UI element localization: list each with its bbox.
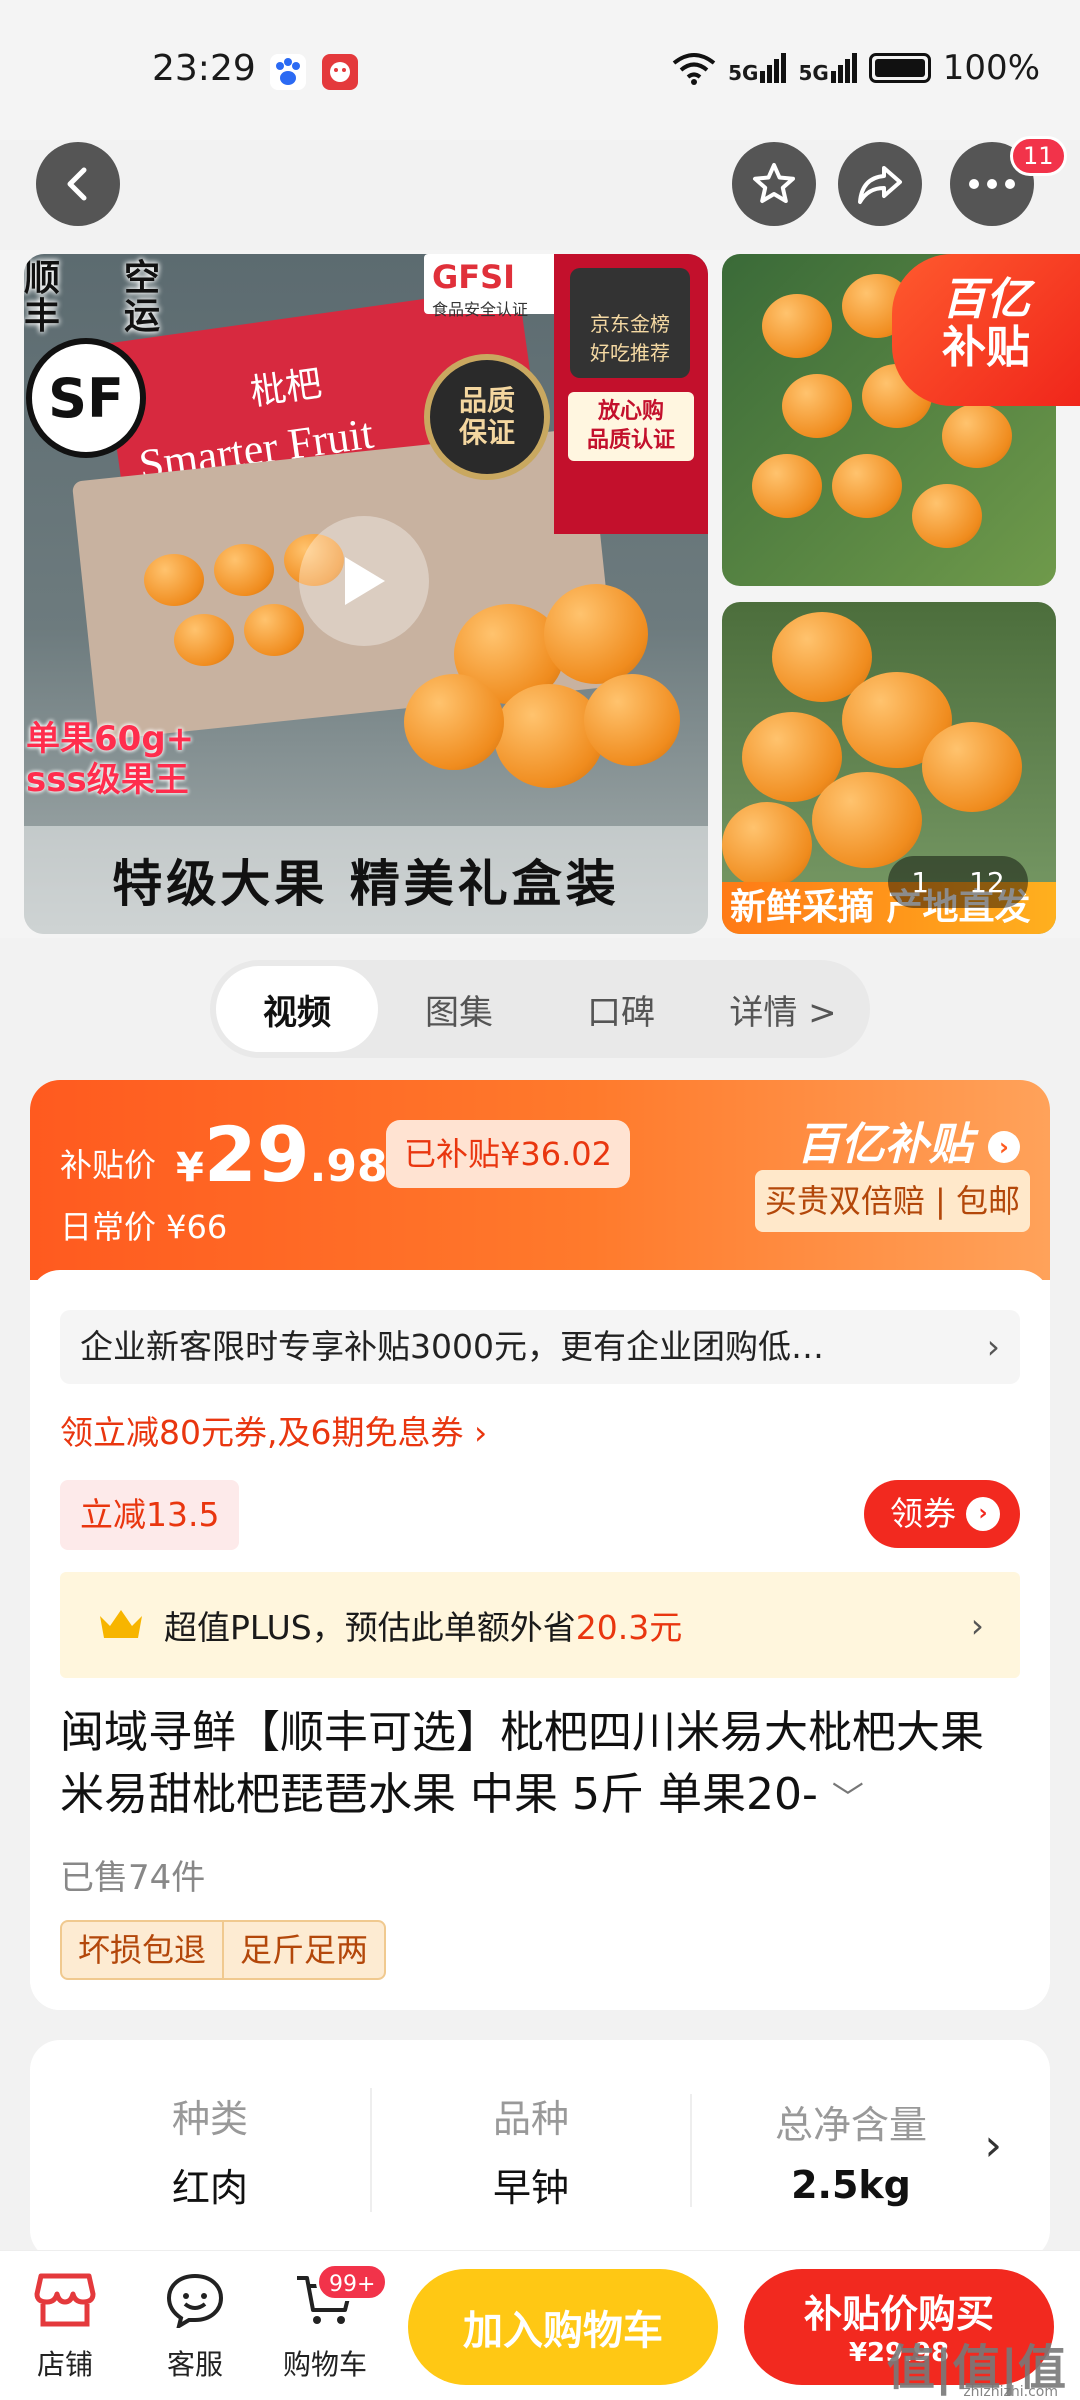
status-indicators: 5G 5G 100% xyxy=(672,48,1040,88)
discount-chip: 立减13.5 xyxy=(60,1480,240,1550)
customer-service-button[interactable]: 客服 xyxy=(140,2267,250,2383)
promo-text: 单果60g+ sss级果王 xyxy=(26,719,195,800)
chat-face-icon xyxy=(160,2267,230,2333)
promo-sheet: 企业新客限时专享补贴3000元，更有企业团购低… › 领立减80元券,及6期免息… xyxy=(30,1270,1050,2010)
chevron-right-icon: › xyxy=(970,1605,984,1645)
store-button[interactable]: 店铺 xyxy=(10,2267,120,2383)
battery-percent: 100% xyxy=(942,48,1040,88)
favorite-button[interactable] xyxy=(732,142,816,226)
battery-icon xyxy=(868,53,931,83)
fruit xyxy=(404,674,504,770)
subsidy-price-label: 补贴价 xyxy=(60,1146,157,1184)
guarantee-badge: 买贵双倍赔 | 包邮 xyxy=(754,1170,1030,1232)
gfsi-badge: GFSI 食品安全认证 xyxy=(424,254,574,319)
billion-subsidy-corner-badge: 百亿 补贴 xyxy=(892,254,1080,406)
share-icon xyxy=(858,166,902,204)
crown-icon xyxy=(100,1610,142,1638)
wifi-icon xyxy=(672,53,716,85)
sf-logo: SF xyxy=(26,338,146,458)
baidu-paw-icon xyxy=(270,54,306,90)
back-button[interactable] xyxy=(36,142,120,226)
fruit xyxy=(762,294,832,358)
chevron-right-icon: › xyxy=(988,1131,1020,1163)
fruit xyxy=(942,404,1012,468)
fruit xyxy=(722,802,812,888)
fruit xyxy=(782,374,852,438)
image-caption: 特级大果 精美礼盒装 xyxy=(24,826,708,934)
spec-net-weight: 总净含量 2.5kg xyxy=(690,2093,1010,2207)
jd-app-icon xyxy=(322,54,358,90)
fruit xyxy=(922,722,1022,812)
service-tags[interactable]: 坏损包退 足斤足两 xyxy=(60,1920,387,1980)
tag-damage-refund: 坏损包退 xyxy=(78,1931,207,1969)
main-product-image[interactable]: 枇杷 Smarter Fruit 顺丰 空运 SF GFSI 食品安全认证 品质… xyxy=(24,254,708,934)
tab-details[interactable]: 详情 > xyxy=(702,966,864,1052)
fruit xyxy=(832,454,902,518)
media-tabs: 视频 图集 口碑 详情 > xyxy=(210,960,870,1058)
sold-count: 已售74件 xyxy=(60,1858,206,1898)
quality-seal: 品质 保证 xyxy=(424,354,550,480)
signal-icon-2: 5G xyxy=(798,53,857,83)
tab-video[interactable]: 视频 xyxy=(216,966,378,1052)
image-counter: 1 12 xyxy=(888,856,1028,908)
tab-gallery[interactable]: 图集 xyxy=(378,966,540,1052)
spec-type: 种类 红肉 xyxy=(171,2097,248,2210)
sf-label: 顺丰 xyxy=(24,258,61,337)
chevron-left-icon xyxy=(67,167,87,201)
jd-rank-badge: 京东金榜 好吃推荐 放心购 品质认证 xyxy=(554,254,708,534)
chevron-down-icon[interactable]: ﹀ xyxy=(832,1779,864,1817)
status-time: 23:29 xyxy=(152,48,256,89)
fruit xyxy=(752,454,822,518)
status-bar: 23:29 5G 5G 100% xyxy=(0,0,1080,140)
specs-card[interactable]: 种类 红肉 品种 早钟 总净含量 2.5kg › xyxy=(30,2040,1050,2260)
fruit xyxy=(912,484,982,548)
fruit xyxy=(544,584,648,684)
site-watermark-url: zhizhizhi.com xyxy=(963,2384,1058,2400)
notification-badge: 11 xyxy=(1010,136,1067,176)
fruit xyxy=(584,674,680,766)
enterprise-notice[interactable]: 企业新客限时专享补贴3000元，更有企业团购低… › xyxy=(60,1310,1020,1384)
store-icon xyxy=(30,2267,100,2333)
spec-variety: 品种 早钟 xyxy=(370,2088,690,2212)
fruit xyxy=(812,772,922,868)
star-icon xyxy=(753,163,795,203)
plus-membership-bar[interactable]: 超值PLUS，预估此单额外省 20.3元 › xyxy=(60,1572,1020,1678)
tag-full-weight: 足斤足两 xyxy=(222,1922,384,1978)
tab-reviews[interactable]: 口碑 xyxy=(540,966,702,1052)
product-title[interactable]: 闽域寻鲜【顺丰可选】枇杷四川米易大枇杷大果米易甜枇杷琵琶水果 中果 5斤 单果2… xyxy=(60,1702,1020,1829)
cart-count-badge: 99+ xyxy=(316,2263,389,2301)
billion-subsidy-link[interactable]: 百亿补贴 › xyxy=(797,1108,1020,1172)
add-to-cart-button[interactable]: 加入购物车 xyxy=(408,2269,718,2385)
get-coupon-button[interactable]: 领券 › xyxy=(864,1480,1020,1548)
chevron-right-icon: › xyxy=(986,1327,1000,1366)
subsidy-price: ¥29.98 xyxy=(176,1110,388,1199)
chevron-right-icon[interactable]: › xyxy=(984,2120,1002,2171)
chevron-right-icon: › xyxy=(966,1497,1000,1531)
more-dots-icon xyxy=(969,179,1015,189)
price-header: 补贴价 ¥29.98 已补贴¥36.02 日常价 ¥66 百亿补贴 › 买贵双倍… xyxy=(30,1080,1050,1280)
price-card: 补贴价 ¥29.98 已补贴¥36.02 日常价 ¥66 百亿补贴 › 买贵双倍… xyxy=(30,1080,1050,2010)
coupon-link[interactable]: 领立减80元券,及6期免息券 › xyxy=(60,1406,487,1454)
fruit xyxy=(174,614,234,666)
signal-icon: 5G xyxy=(728,53,787,83)
fruit xyxy=(244,604,304,656)
image-gallery[interactable]: 枇杷 Smarter Fruit 顺丰 空运 SF GFSI 食品安全认证 品质… xyxy=(0,250,1080,938)
air-label: 空运 xyxy=(124,258,161,337)
fruit xyxy=(214,544,274,596)
fruit xyxy=(144,554,204,606)
subsidized-amount-chip: 已补贴¥36.02 xyxy=(386,1120,630,1188)
share-button[interactable] xyxy=(838,142,922,226)
play-button[interactable] xyxy=(299,516,429,646)
play-icon xyxy=(345,557,385,605)
daily-price: 日常价 ¥66 xyxy=(60,1208,228,1246)
